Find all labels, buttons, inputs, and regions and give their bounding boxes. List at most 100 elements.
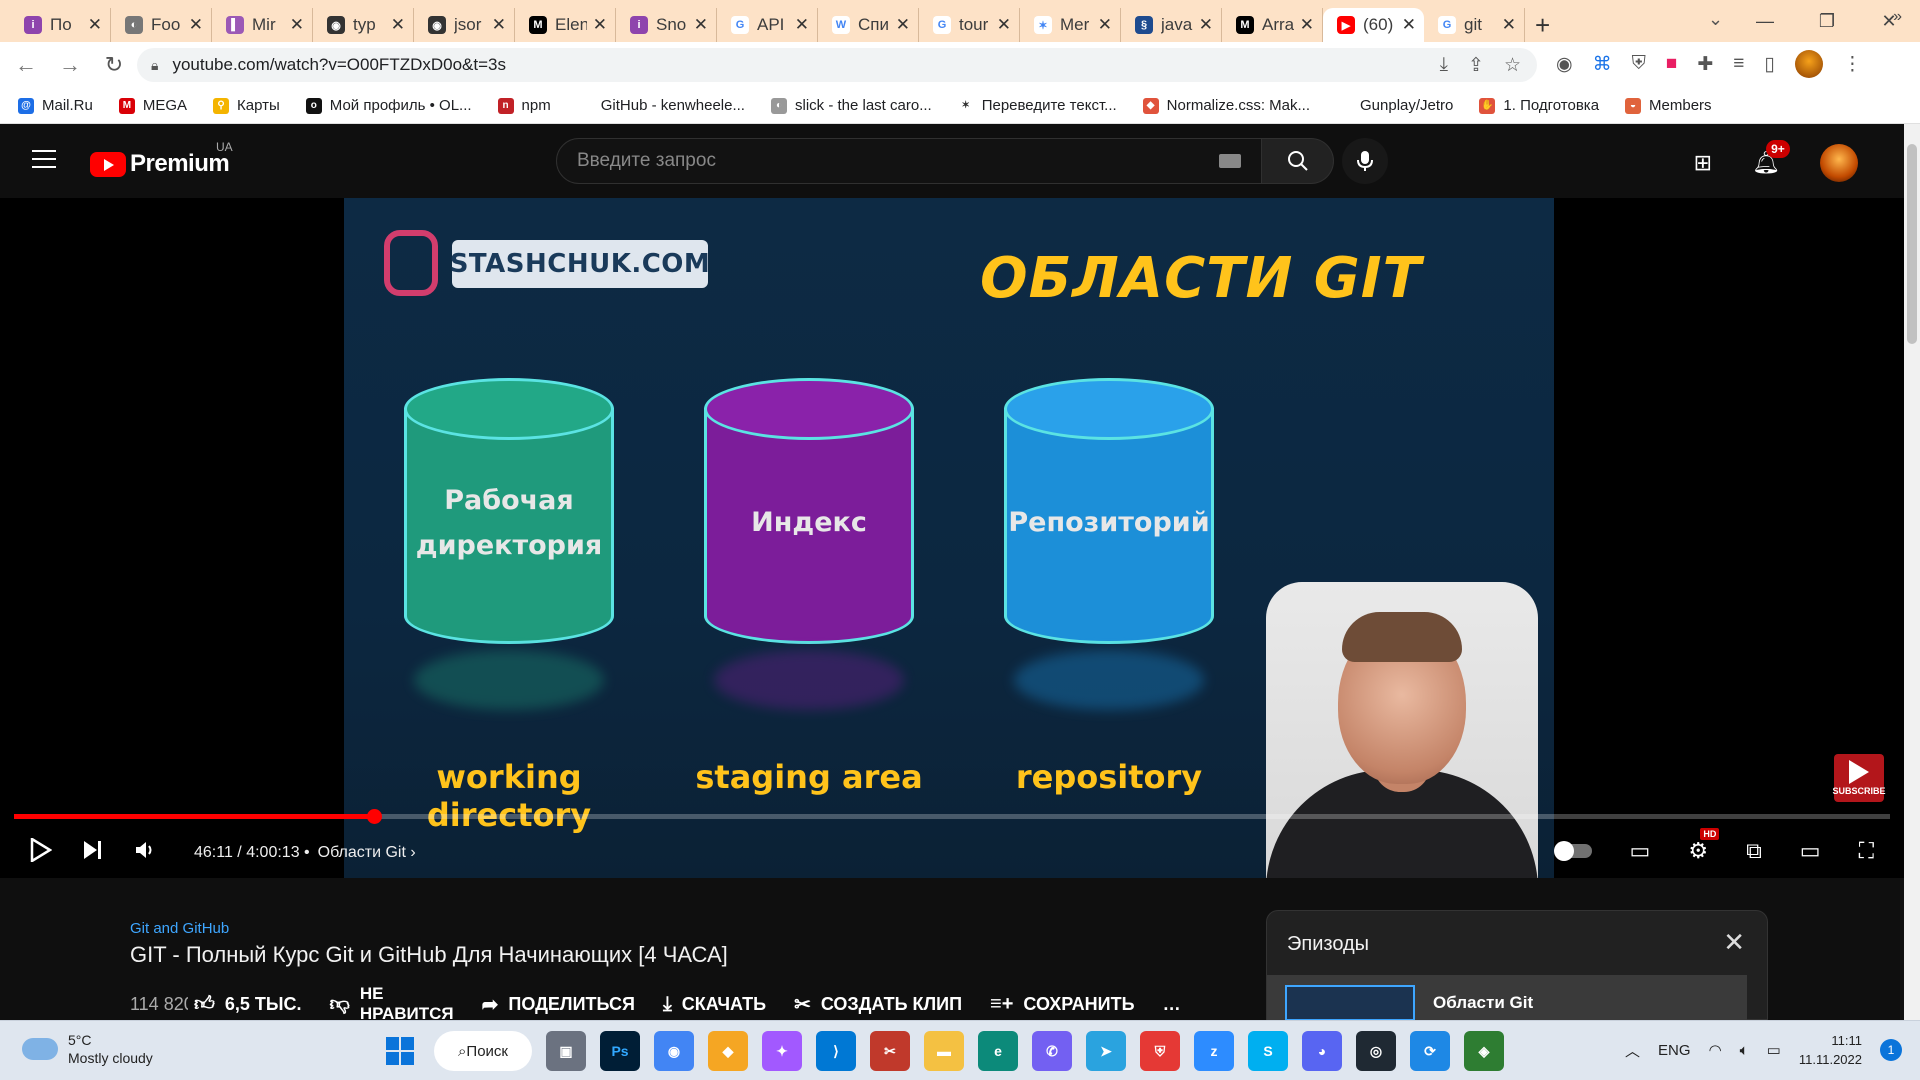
battery-icon[interactable]: ▭ bbox=[1767, 1041, 1781, 1059]
browser-menu-icon[interactable]: ⋮ bbox=[1843, 53, 1862, 76]
youtube-logo[interactable]: Premium UA bbox=[90, 140, 233, 178]
squirrel-app-icon[interactable]: ◆ bbox=[708, 1031, 748, 1071]
create-video-icon[interactable]: ⊞ bbox=[1694, 150, 1712, 176]
chapter-title[interactable]: Области Git › bbox=[318, 844, 416, 862]
browser-tab[interactable]: ▌ Mir ✕ bbox=[212, 8, 313, 42]
new-tab-button[interactable]: + bbox=[1535, 8, 1550, 42]
channel-hashtag-link[interactable]: Git and GitHub bbox=[130, 920, 229, 937]
tab-search-chevron-icon[interactable]: ⌄ bbox=[1708, 9, 1723, 30]
discord-icon[interactable]: ◕ bbox=[1302, 1031, 1342, 1071]
notification-center-badge[interactable]: 1 bbox=[1880, 1039, 1902, 1061]
bookmark-item[interactable]: o Мой профиль • OL... bbox=[305, 97, 472, 114]
video-player[interactable]: STASHCHUK.COM ОБЛАСТИ GIT Рабочая директо… bbox=[0, 198, 1904, 878]
viber-icon[interactable]: ✆ bbox=[1032, 1031, 1072, 1071]
bookmark-item[interactable]: @ Mail.Ru bbox=[18, 97, 93, 114]
browser-tab[interactable]: ✶ Mer ✕ bbox=[1020, 8, 1121, 42]
scrollbar-thumb[interactable] bbox=[1907, 144, 1917, 344]
share-icon[interactable]: ⇪ bbox=[1468, 54, 1484, 77]
subscribe-watermark[interactable]: SUBSCRIBE bbox=[1833, 754, 1886, 802]
settings-gear-icon[interactable]: ⚙ HD bbox=[1688, 828, 1720, 864]
volume-button[interactable] bbox=[134, 839, 156, 867]
address-bar[interactable]: 🔒︎ youtube.com/watch?v=O00FTZDxD0o&t=3s … bbox=[137, 48, 1537, 82]
browser-tab[interactable]: § java ✕ bbox=[1121, 8, 1222, 42]
episode-item[interactable]: Области Git bbox=[1267, 975, 1747, 1021]
git-client-icon[interactable]: ◈ bbox=[1464, 1031, 1504, 1071]
shield-extension-icon[interactable]: ⛨ bbox=[1632, 53, 1646, 75]
url-text[interactable]: youtube.com/watch?v=O00FTZDxD0o&t=3s bbox=[172, 55, 506, 75]
subtitles-icon[interactable]: ▭ bbox=[1630, 838, 1651, 864]
browser-tab[interactable]: i Sno ✕ bbox=[616, 8, 717, 42]
forward-icon[interactable]: → bbox=[52, 52, 88, 78]
tab-close-icon[interactable]: ✕ bbox=[997, 15, 1011, 35]
bookmark-item[interactable]: ◒ Members bbox=[1625, 97, 1712, 114]
install-icon[interactable]: ⤓ bbox=[1440, 54, 1448, 77]
skype-icon[interactable]: S bbox=[1248, 1031, 1288, 1071]
browser-tab[interactable]: W Спи ✕ bbox=[818, 8, 919, 42]
search-input[interactable]: Введите запрос bbox=[577, 150, 1219, 172]
edge-icon[interactable]: e bbox=[978, 1031, 1018, 1071]
tab-close-icon[interactable]: ✕ bbox=[1098, 15, 1112, 35]
autoplay-toggle[interactable] bbox=[1553, 841, 1592, 861]
browser-tab[interactable]: ▶ (60) ✕ bbox=[1323, 8, 1424, 42]
theater-mode-icon[interactable]: ▭ bbox=[1800, 838, 1821, 864]
minimize-button[interactable]: — bbox=[1734, 11, 1796, 32]
bookmark-item[interactable]: n npm bbox=[497, 97, 551, 114]
hamburger-menu-icon[interactable] bbox=[32, 150, 56, 168]
tab-close-icon[interactable]: ✕ bbox=[1300, 15, 1314, 35]
file-explorer-icon[interactable]: ▬ bbox=[924, 1031, 964, 1071]
telegram-icon[interactable]: ➤ bbox=[1086, 1031, 1126, 1071]
tab-close-icon[interactable]: ✕ bbox=[1502, 15, 1516, 35]
sync-app-icon[interactable]: ⟳ bbox=[1410, 1031, 1450, 1071]
tab-close-icon[interactable]: ✕ bbox=[896, 15, 910, 35]
browser-tab[interactable]: i По ✕ bbox=[10, 8, 111, 42]
taskbar-search[interactable]: ⌕ Поиск bbox=[434, 1031, 532, 1071]
start-button[interactable] bbox=[380, 1031, 420, 1071]
tab-close-icon[interactable]: ✕ bbox=[88, 15, 102, 35]
browser-tab[interactable]: ◉ typ ✕ bbox=[313, 8, 414, 42]
next-button[interactable] bbox=[82, 839, 104, 868]
tab-close-icon[interactable]: ✕ bbox=[795, 15, 809, 35]
video-frame[interactable]: STASHCHUK.COM ОБЛАСТИ GIT Рабочая директо… bbox=[344, 198, 1554, 878]
share-button[interactable]: ➦ ПОДЕЛИТЬСЯ bbox=[482, 992, 635, 1017]
vpn-icon[interactable]: ◎ bbox=[1356, 1031, 1396, 1071]
browser-tab[interactable]: ◉ jsor ✕ bbox=[414, 8, 515, 42]
photoshop-icon[interactable]: Ps bbox=[600, 1031, 640, 1071]
progress-bar[interactable] bbox=[14, 809, 1890, 824]
bookmark-item[interactable]: ✋ 1. Подготовка bbox=[1479, 97, 1599, 114]
browser-tab[interactable]: M Arra ✕ bbox=[1222, 8, 1323, 42]
browser-tab[interactable]: M Elen ✕ bbox=[515, 8, 616, 42]
save-button[interactable]: ≡+ СОХРАНИТЬ bbox=[990, 993, 1135, 1016]
bookmark-item[interactable]: ✶ Переведите текст... bbox=[957, 97, 1117, 114]
bookmarks-overflow-icon[interactable]: » bbox=[1893, 8, 1902, 26]
bookmark-item[interactable]: GitHub - kenwheele... bbox=[576, 97, 745, 114]
zoom-icon[interactable]: z bbox=[1194, 1031, 1234, 1071]
antivirus-icon[interactable]: ⛨ bbox=[1140, 1031, 1180, 1071]
dislike-button[interactable]: 👎︎ НЕ НРАВИТСЯ bbox=[330, 984, 454, 1024]
bookmark-item[interactable]: ◐ slick - the last caro... bbox=[770, 97, 932, 114]
bookmark-item[interactable]: ◆ Normalize.css: Mak... bbox=[1142, 97, 1310, 114]
tab-close-icon[interactable]: ✕ bbox=[189, 15, 203, 35]
vscode-icon[interactable]: ⟩ bbox=[816, 1031, 856, 1071]
figma-icon[interactable]: ✦ bbox=[762, 1031, 802, 1071]
language-indicator[interactable]: ENG bbox=[1658, 1042, 1691, 1059]
wifi-icon[interactable]: ◠ bbox=[1709, 1041, 1722, 1059]
download-button[interactable]: ⤓ СКАЧАТЬ bbox=[663, 993, 766, 1016]
browser-tab[interactable]: G API ✕ bbox=[717, 8, 818, 42]
play-button[interactable] bbox=[30, 836, 53, 869]
side-panel-icon[interactable]: ▯ bbox=[1764, 53, 1774, 76]
browser-profile-avatar[interactable] bbox=[1794, 50, 1823, 78]
bookmark-star-icon[interactable]: ☆ bbox=[1504, 54, 1521, 77]
tab-close-icon[interactable]: ✕ bbox=[391, 15, 405, 35]
close-window-button[interactable]: ✕ bbox=[1858, 11, 1920, 32]
search-box[interactable]: Введите запрос bbox=[556, 138, 1262, 184]
bookmark-item[interactable]: ⚲ Карты bbox=[213, 97, 280, 114]
back-icon[interactable]: ← bbox=[8, 52, 44, 78]
camera-extension-icon[interactable]: ◉ bbox=[1556, 53, 1573, 76]
gradient-extension-icon[interactable]: ■ bbox=[1666, 53, 1677, 75]
miniplayer-icon[interactable]: ⧉ bbox=[1746, 838, 1762, 864]
voice-search-button[interactable] bbox=[1342, 138, 1388, 184]
browser-tab[interactable]: Gtour ✕ bbox=[919, 8, 1020, 42]
search-button[interactable] bbox=[1262, 138, 1334, 184]
tab-close-icon[interactable]: ✕ bbox=[1199, 15, 1213, 35]
restore-button[interactable]: ❐ bbox=[1796, 11, 1858, 32]
